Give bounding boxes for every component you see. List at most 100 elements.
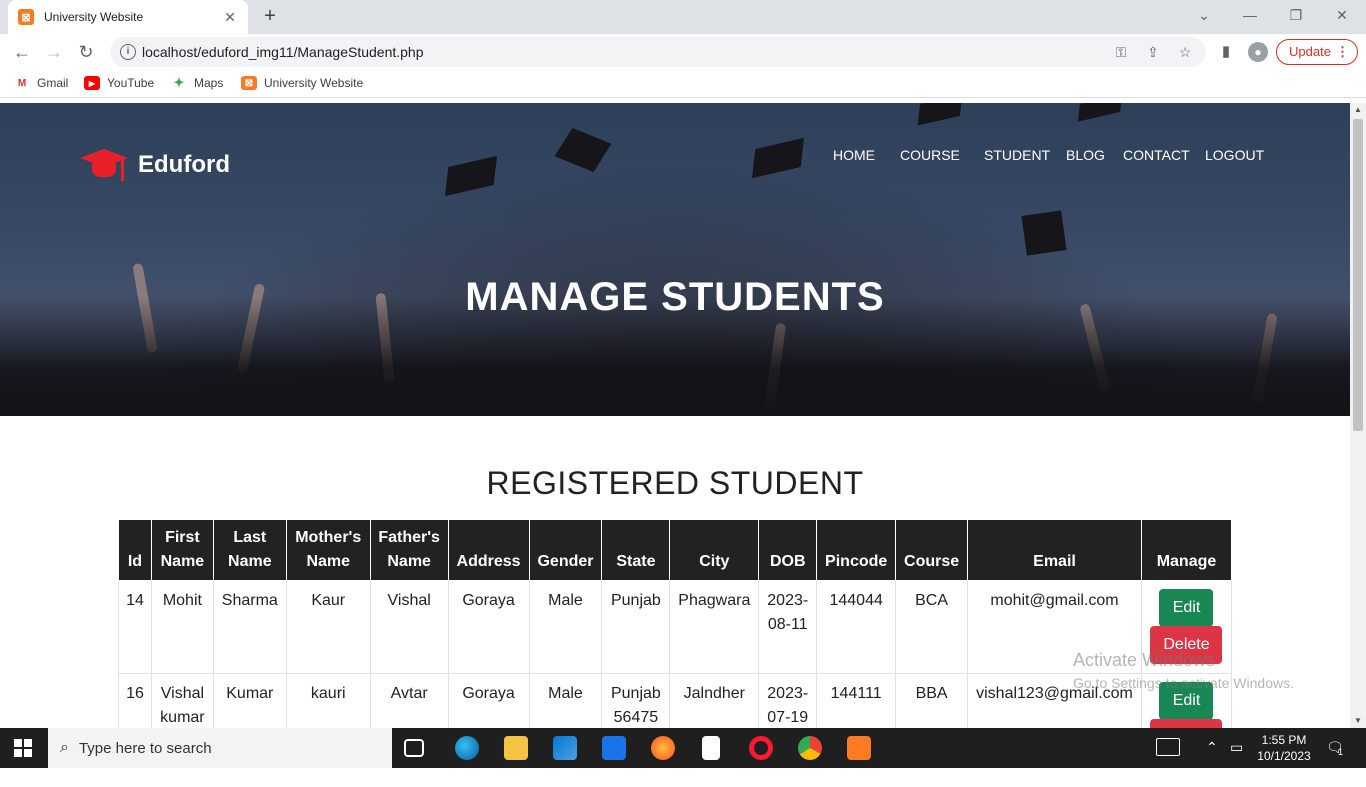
nav-contact[interactable]: CONTACT: [1123, 147, 1190, 163]
window-close-icon[interactable]: ✕: [1328, 4, 1356, 26]
site-info-icon[interactable]: i: [120, 44, 136, 60]
share-icon[interactable]: ⇪: [1144, 43, 1162, 61]
table-row: 14 Mohit Sharma Kaur Vishal Goraya Male …: [118, 580, 1233, 674]
cell-state: Punjab: [601, 580, 671, 674]
address-url: localhost/eduford_img11/ManageStudent.ph…: [142, 44, 424, 60]
brand-logo[interactable]: Eduford: [80, 145, 230, 185]
back-icon[interactable]: ←: [10, 40, 34, 64]
nav-student[interactable]: STUDENT: [984, 147, 1050, 163]
key-icon[interactable]: ⚿: [1112, 43, 1130, 61]
browser-tabstrip: ⊠ University Website ✕ + ⌄ — ❐ ✕: [0, 0, 1366, 34]
column-header: Father's Name: [369, 519, 449, 581]
watermark-line1: Activate Windows: [1073, 650, 1216, 670]
clock-time: 1:55 PM: [1261, 733, 1307, 747]
gmail-icon: M: [17, 77, 27, 89]
hero-banner: Eduford HOME COURSE STUDENT BLOG CONTACT…: [0, 103, 1350, 416]
graduation-cap-decoration: [1077, 103, 1123, 122]
graduation-cap-decoration: [444, 155, 498, 197]
scroll-up-icon[interactable]: ▲: [1350, 103, 1366, 117]
xampp-taskbar-icon[interactable]: [847, 736, 871, 760]
cell-mother-name: kauri: [285, 673, 371, 728]
cell-last-name: Sharma: [212, 580, 287, 674]
keyboard-icon[interactable]: [1156, 738, 1180, 756]
bookmarks-bar: M Gmail ▶ YouTube ✦ Maps ⊠ University We…: [0, 70, 1366, 98]
mail-icon[interactable]: [602, 736, 626, 760]
minimize-icon[interactable]: —: [1236, 4, 1264, 26]
clock-date: 10/1/2023: [1257, 749, 1311, 763]
edge-icon[interactable]: [455, 736, 479, 760]
network-icon[interactable]: ▭: [1230, 739, 1243, 779]
forward-icon[interactable]: →: [42, 40, 66, 64]
side-panel-icon[interactable]: ▮: [1216, 42, 1236, 62]
windows-start-icon[interactable]: [14, 739, 32, 757]
cell-pincode: 144111: [816, 673, 897, 728]
new-tab-icon[interactable]: +: [260, 4, 280, 28]
bookmark-youtube[interactable]: ▶ YouTube: [84, 76, 154, 90]
nav-home[interactable]: HOME: [833, 147, 875, 163]
nav-logout[interactable]: LOGOUT: [1205, 147, 1264, 163]
table-header-row: Id First Name Last Name Mother's Name Fa…: [118, 519, 1233, 581]
graduation-cap-decoration: [554, 128, 612, 172]
tab-search-chevron-icon[interactable]: ⌄: [1190, 4, 1218, 26]
bookmark-university-website[interactable]: ⊠ University Website: [241, 76, 363, 90]
task-view-icon[interactable]: [404, 739, 424, 757]
clock[interactable]: 1:55 PM 10/1/2023: [1254, 732, 1314, 772]
firefox-icon[interactable]: [651, 736, 675, 760]
scroll-thumb[interactable]: [1353, 119, 1363, 431]
reload-icon[interactable]: ↻: [74, 40, 98, 64]
star-icon[interactable]: ☆: [1176, 43, 1194, 61]
tab-close-icon[interactable]: ✕: [222, 9, 238, 26]
cell-address: Goraya: [447, 673, 530, 728]
bookmark-gmail[interactable]: M Gmail: [14, 76, 69, 90]
file-explorer-icon[interactable]: [504, 736, 528, 760]
browser-tab[interactable]: ⊠ University Website ✕: [8, 0, 248, 34]
bookmark-label: Maps: [194, 76, 224, 90]
cell-course: BBA: [895, 673, 969, 728]
document-icon[interactable]: [702, 736, 720, 760]
graduation-cap-decoration: [1021, 210, 1067, 256]
watermark-line2: Go to Settings to activate Windows.: [1073, 675, 1294, 691]
section-title: REGISTERED STUDENT: [486, 465, 864, 501]
windows-taskbar: ⌕ Type here to search ⌃ ▭ 1:55 PM 10/1/2…: [0, 728, 1366, 768]
bookmark-label: YouTube: [107, 76, 155, 90]
xampp-favicon-icon: ⊠: [18, 9, 34, 25]
profile-avatar-icon[interactable]: ●: [1248, 42, 1268, 62]
column-header: Manage: [1140, 519, 1233, 581]
taskbar-search[interactable]: ⌕ Type here to search: [48, 728, 392, 768]
cell-dob: 2023-08-11: [758, 580, 818, 674]
tab-title: University Website: [44, 10, 144, 24]
chevron-up-icon[interactable]: ⌃: [1206, 739, 1218, 779]
cell-state: Punjab 56475: [601, 673, 671, 728]
xampp-icon: ⊠: [241, 76, 257, 90]
bookmark-label: Gmail: [37, 76, 69, 90]
browser-toolbar: ← → ↻ i localhost/eduford_img11/ManageSt…: [0, 34, 1366, 70]
store-icon[interactable]: [553, 736, 577, 760]
update-button[interactable]: Update ⋮: [1276, 39, 1358, 65]
cell-gender: Male: [528, 673, 603, 728]
column-header: Pincode: [816, 519, 897, 581]
page-scrollbar[interactable]: ▲ ▼: [1350, 103, 1366, 728]
chrome-icon[interactable]: [798, 736, 822, 760]
column-header: DOB: [758, 519, 818, 581]
graduation-cap-decoration: [751, 137, 805, 179]
cell-first-name: Vishal kumar: [150, 673, 214, 728]
maps-icon: ✦: [173, 75, 185, 90]
bookmark-maps[interactable]: ✦ Maps: [171, 75, 224, 90]
scroll-down-icon[interactable]: ▼: [1350, 714, 1366, 728]
column-header: City: [669, 519, 760, 581]
search-placeholder: Type here to search: [78, 739, 212, 757]
nav-course[interactable]: COURSE: [900, 147, 960, 163]
menu-dots-icon[interactable]: ⋮: [1336, 40, 1349, 64]
table-row: 16 Vishal kumar Kumar kauri Avtar Goraya…: [118, 673, 1233, 728]
hero-title: MANAGE STUDENTS: [465, 275, 885, 319]
column-header: First Name: [150, 519, 214, 581]
delete-button[interactable]: Delete: [1150, 719, 1223, 728]
edit-button[interactable]: Edit: [1159, 589, 1214, 627]
nav-blog[interactable]: BLOG: [1066, 147, 1105, 163]
opera-icon[interactable]: [749, 736, 773, 760]
restore-icon[interactable]: ❐: [1282, 4, 1310, 26]
page-viewport: Eduford HOME COURSE STUDENT BLOG CONTACT…: [0, 103, 1350, 728]
cell-father-name: Vishal: [369, 580, 449, 674]
column-header: Id: [118, 519, 152, 581]
address-bar[interactable]: i localhost/eduford_img11/ManageStudent.…: [110, 37, 1206, 67]
